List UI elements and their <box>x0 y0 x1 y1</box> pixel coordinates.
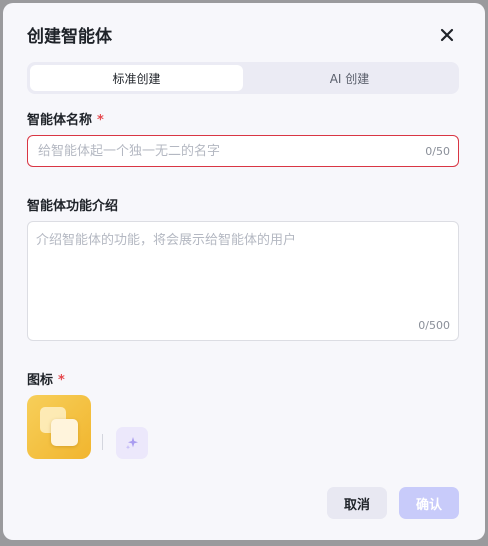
agent-avatar-picker[interactable] <box>27 395 91 459</box>
name-char-counter: 0/50 <box>425 144 450 158</box>
sparkle-icon <box>125 437 138 450</box>
icon-label-text: 图标 <box>27 373 54 388</box>
create-mode-tabs: 标准创建 AI 创建 <box>27 62 459 94</box>
dialog-title: 创建智能体 <box>27 27 112 47</box>
tab-ai-create[interactable]: AI 创建 <box>243 65 456 91</box>
agent-description-input[interactable] <box>28 222 458 340</box>
name-label-text: 智能体名称 <box>27 113 93 128</box>
desc-field-label: 智能体功能介绍 <box>27 199 119 214</box>
agent-name-input[interactable] <box>36 142 426 160</box>
required-mark: * <box>97 113 104 128</box>
ai-generate-icon-button[interactable] <box>116 427 148 459</box>
name-field-label: 智能体名称 * <box>27 109 104 128</box>
close-icon <box>440 28 454 42</box>
agent-name-field[interactable]: 0/50 <box>27 135 459 167</box>
desc-char-counter: 0/500 <box>418 319 450 332</box>
confirm-button[interactable]: 确认 <box>399 487 459 519</box>
cancel-button[interactable]: 取消 <box>327 487 387 519</box>
icon-field-label: 图标 * <box>27 369 65 388</box>
icon-divider <box>102 434 103 450</box>
agent-description-field[interactable]: 0/500 <box>27 221 459 341</box>
create-agent-dialog: 创建智能体 标准创建 AI 创建 智能体名称 * 0/50 智能体功能介绍 0/5… <box>3 3 485 540</box>
tab-standard-create[interactable]: 标准创建 <box>30 65 243 91</box>
close-button[interactable] <box>435 23 459 47</box>
required-mark: * <box>58 373 65 388</box>
